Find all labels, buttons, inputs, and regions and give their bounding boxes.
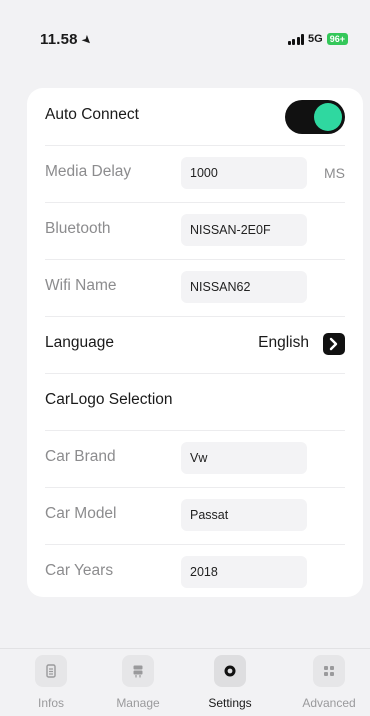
car-brand-label: Car Brand [45, 448, 116, 465]
tab-icon-box [35, 655, 67, 687]
tab-icon-box [214, 655, 246, 687]
media-delay-row: Media Delay 1000 MS [45, 145, 345, 202]
language-value: English [258, 334, 309, 351]
tab-icon-box [313, 655, 345, 687]
car-model-row: Car Model Passat [45, 487, 345, 544]
server-icon [133, 665, 143, 678]
media-delay-input[interactable]: 1000 [181, 157, 307, 189]
bottom-tab-bar: Infos Manage Settings Advanced [0, 648, 370, 716]
tab-icon-box [122, 655, 154, 687]
tab-label: Manage [116, 696, 160, 710]
chevron-right-icon [329, 337, 338, 351]
carlogo-section-row: CarLogo Selection [45, 373, 345, 430]
tab-label: Infos [37, 696, 64, 710]
language-chevron-button[interactable] [323, 333, 345, 355]
wifi-name-row: Wifi Name NISSAN62 [45, 259, 345, 316]
tab-infos[interactable]: Infos [11, 655, 91, 710]
tab-advanced[interactable]: Advanced [289, 655, 369, 710]
wifi-name-label: Wifi Name [45, 277, 117, 294]
bluetooth-label: Bluetooth [45, 220, 111, 237]
status-bar: 11.58➤ 5G 96+ [0, 0, 370, 70]
carlogo-section-title: CarLogo Selection [45, 391, 173, 408]
language-row[interactable]: Language English [45, 316, 345, 373]
car-model-label: Car Model [45, 505, 117, 522]
network-type: 5G [308, 33, 323, 45]
tab-label: Advanced [302, 696, 356, 710]
signal-strength-icon [287, 33, 305, 45]
car-brand-input[interactable]: Vw [181, 442, 307, 474]
auto-connect-row: Auto Connect [45, 88, 345, 145]
settings-ring-icon [224, 665, 236, 677]
language-label: Language [45, 334, 114, 351]
tab-manage[interactable]: Manage [98, 655, 178, 710]
car-years-input[interactable]: 2018 [181, 556, 307, 588]
toggle-knob [314, 103, 342, 131]
media-delay-unit: MS [324, 165, 345, 181]
bluetooth-input[interactable]: NISSAN-2E0F [181, 214, 307, 246]
auto-connect-label: Auto Connect [45, 106, 139, 123]
car-brand-row: Car Brand Vw [45, 430, 345, 487]
bluetooth-row: Bluetooth NISSAN-2E0F [45, 202, 345, 259]
tab-settings[interactable]: Settings [190, 655, 270, 710]
status-indicators: 5G 96+ [287, 33, 348, 45]
location-arrow-icon: ➤ [78, 31, 96, 49]
settings-card: Auto Connect Media Delay 1000 MS Bluetoo… [27, 88, 363, 597]
tab-label: Settings [208, 696, 252, 710]
status-time-text: 11.58 [40, 31, 78, 48]
wifi-name-input[interactable]: NISSAN62 [181, 271, 307, 303]
battery-icon: 96+ [326, 33, 348, 45]
car-years-label: Car Years [45, 562, 114, 579]
status-time: 11.58➤ [40, 31, 96, 49]
car-years-row: Car Years 2018 [45, 544, 345, 601]
grid-icon [324, 666, 334, 676]
auto-connect-toggle[interactable] [285, 100, 345, 134]
media-delay-label: Media Delay [45, 163, 132, 180]
car-model-input[interactable]: Passat [181, 499, 307, 531]
document-icon [46, 664, 56, 678]
